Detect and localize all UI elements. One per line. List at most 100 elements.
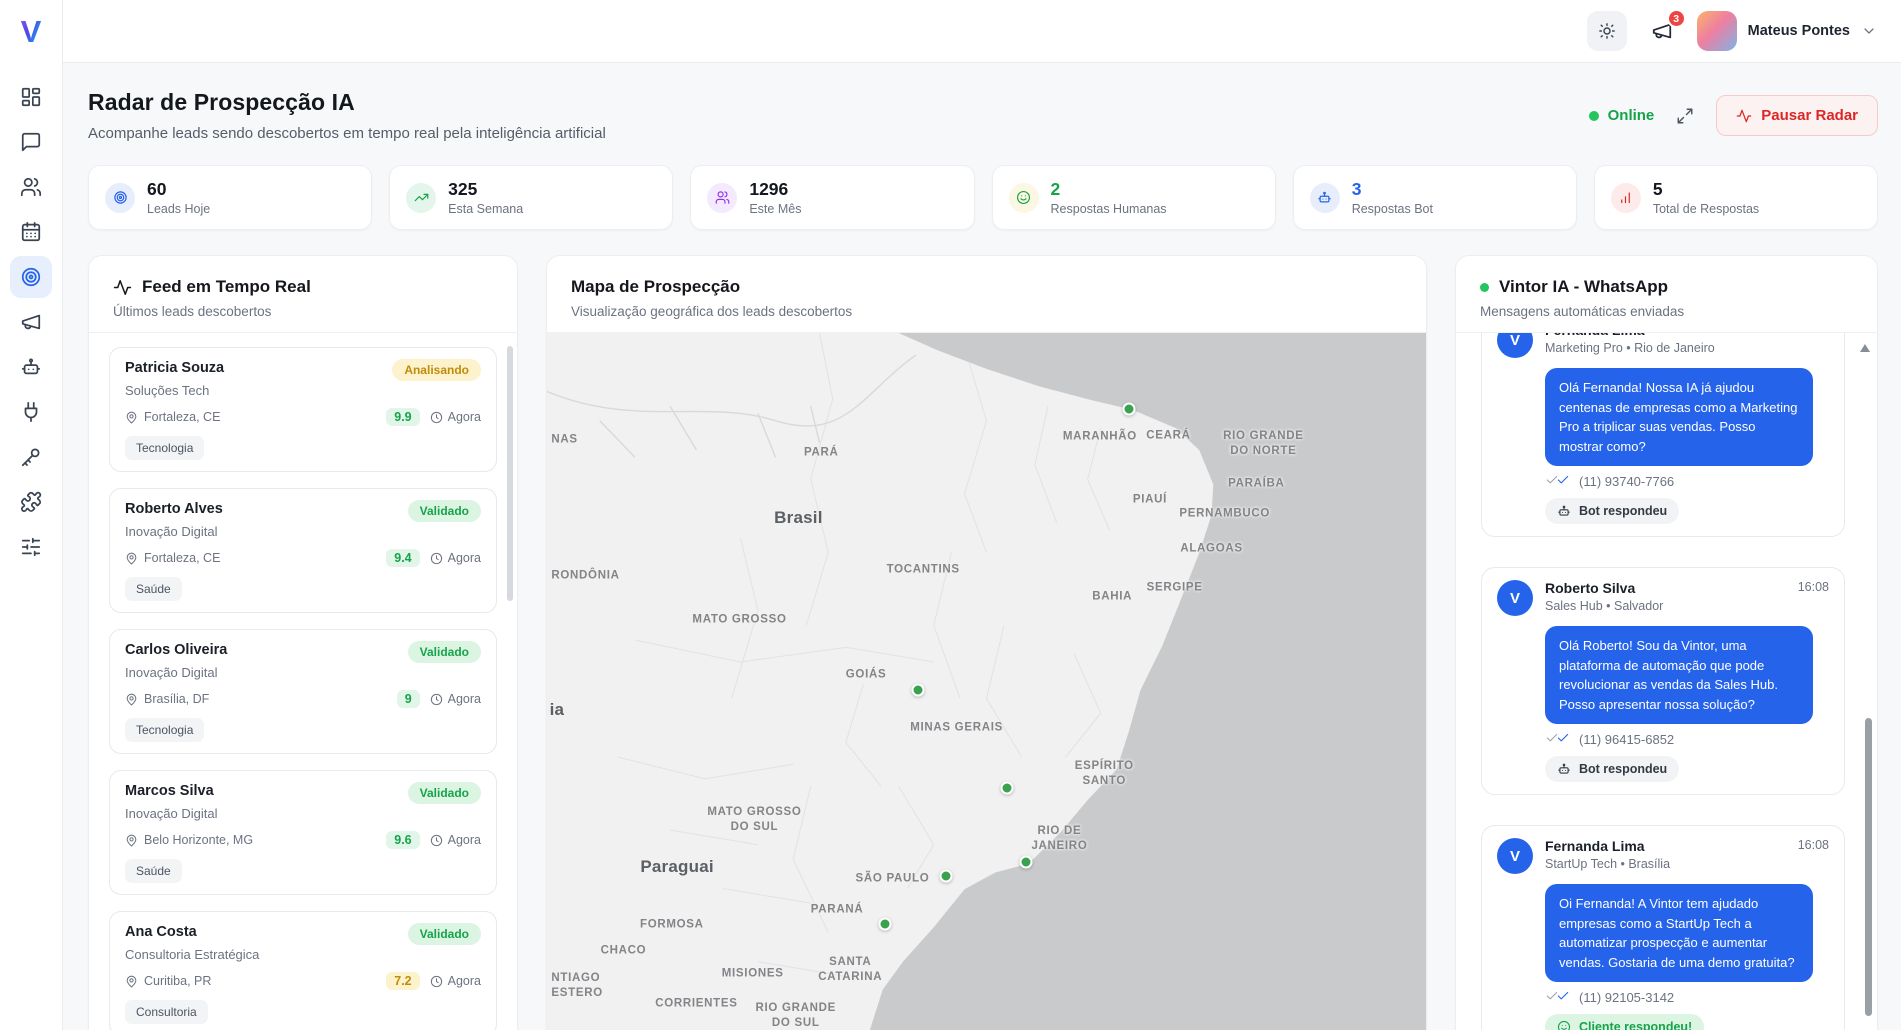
- stat-value: 2: [1051, 179, 1167, 199]
- map-lead-dot-belo-horizonte[interactable]: [1000, 781, 1013, 794]
- map-label-formosa: FORMOSA: [640, 918, 704, 933]
- map-lead-dot-sa-o-paulo[interactable]: [940, 870, 953, 883]
- notification-badge: 3: [1667, 9, 1686, 28]
- map-labels-layer: NASPARÁMARANHÃOCEARÁRIO GRANDE DO NORTEP…: [547, 333, 1426, 1030]
- lead-tag: Tecnologia: [125, 436, 204, 460]
- sidebar-item-plug[interactable]: [10, 391, 52, 433]
- check-icon: [1556, 989, 1570, 1003]
- sidebar-item-dashboard[interactable]: [10, 76, 52, 118]
- map-pin-icon: [125, 834, 138, 847]
- activity-icon: [1736, 108, 1752, 124]
- dashboard-icon: [20, 86, 42, 108]
- map-lead-dot-rio-de-janeiro[interactable]: [1020, 855, 1033, 868]
- lead-card-roberto-alves[interactable]: Roberto AlvesValidadoInovação DigitalFor…: [109, 488, 497, 613]
- lead-tag: Tecnologia: [125, 718, 204, 742]
- right-column: 3 Mateus Pontes Radar de Prospecção IA A…: [63, 0, 1901, 1030]
- chat-delivery-row: (11) 92105-3142: [1545, 989, 1829, 1006]
- stat-label: Respostas Bot: [1352, 202, 1433, 216]
- sidebar-item-sliders[interactable]: [10, 526, 52, 568]
- stat-icon-wrap: [1310, 183, 1340, 213]
- whatsapp-panel: Vintor IA - WhatsApp Mensagens automátic…: [1455, 255, 1878, 1030]
- sun-icon: [1598, 22, 1616, 40]
- sidebar-item-megaphone[interactable]: [10, 301, 52, 343]
- stats-row: 60Leads Hoje325Esta Semana1296Este Mês2R…: [88, 165, 1878, 230]
- stat-icon-wrap: [406, 183, 436, 213]
- smile-icon: [1557, 1020, 1571, 1030]
- vintor-logo[interactable]: V: [21, 0, 42, 63]
- map-label-rio-grande-do-norte: RIO GRANDE DO NORTE: [1223, 429, 1303, 459]
- lead-status-badge: Validado: [408, 923, 481, 945]
- map-panel-header: Mapa de Prospecção Visualização geográfi…: [547, 256, 1426, 333]
- sidebar-item-users[interactable]: [10, 166, 52, 208]
- map-lead-dot-curitiba[interactable]: [879, 918, 892, 931]
- prospecting-map[interactable]: NASPARÁMARANHÃOCEARÁRIO GRANDE DO NORTEP…: [547, 333, 1426, 1030]
- smile-icon: [1016, 190, 1031, 205]
- map-label-piaui: PIAUÍ: [1133, 493, 1167, 508]
- map-panel: Mapa de Prospecção Visualização geográfi…: [546, 255, 1427, 1030]
- map-lead-dot-brasi-lia[interactable]: [911, 683, 924, 696]
- lead-name: Carlos Oliveira: [125, 641, 227, 659]
- sidebar-nav: [10, 76, 52, 568]
- lead-score: 9.4: [386, 549, 419, 567]
- sidebar-item-bot[interactable]: [10, 346, 52, 388]
- calendar-icon: [20, 221, 42, 243]
- puzzle-icon: [20, 491, 42, 513]
- check-icon: [1556, 731, 1570, 745]
- lead-status-badge: Validado: [408, 641, 481, 663]
- user-menu[interactable]: Mateus Pontes: [1697, 11, 1877, 51]
- stat-card-este-me-s: 1296Este Mês: [690, 165, 974, 230]
- lead-status-badge: Validado: [408, 500, 481, 522]
- announcements-button[interactable]: 3: [1647, 16, 1677, 46]
- map-label-bahia: BAHIA: [1092, 589, 1132, 604]
- lead-tag: Saúde: [125, 577, 182, 601]
- pause-radar-button[interactable]: Pausar Radar: [1716, 95, 1878, 136]
- clock-icon: [430, 693, 443, 706]
- lead-location: Fortaleza, CE: [125, 551, 220, 565]
- sidebar-item-puzzle[interactable]: [10, 481, 52, 523]
- sidebar-item-target[interactable]: [10, 256, 52, 298]
- sidebar-item-chat[interactable]: [10, 121, 52, 163]
- lead-card-marcos-silva[interactable]: Marcos SilvaValidadoInovação DigitalBelo…: [109, 770, 497, 895]
- lead-time: Agora: [430, 692, 481, 706]
- theme-toggle-button[interactable]: [1587, 11, 1627, 51]
- chat-response-badge: Bot respondeu: [1545, 498, 1679, 524]
- lead-card-carlos-oliveira[interactable]: Carlos OliveiraValidadoInovação DigitalB…: [109, 629, 497, 754]
- map-label-paraguai: Paraguai: [640, 856, 713, 878]
- avatar: V: [1497, 580, 1533, 616]
- lead-card-patricia-souza[interactable]: Patricia SouzaAnalisandoSoluções TechFor…: [109, 347, 497, 472]
- trending-up-icon: [414, 190, 429, 205]
- lead-status-badge: Analisando: [392, 359, 481, 381]
- feed-panel: Feed em Tempo Real Últimos leads descobe…: [88, 255, 518, 1030]
- whatsapp-scrollbar[interactable]: [1865, 718, 1872, 1016]
- lead-name: Marcos Silva: [125, 782, 214, 800]
- lead-time: Agora: [430, 833, 481, 847]
- bot-icon: [1557, 504, 1571, 518]
- chat-phone-number: (11) 96415-6852: [1579, 732, 1674, 747]
- sidebar-item-key[interactable]: [10, 436, 52, 478]
- whatsapp-scroll-up-arrow[interactable]: [1860, 344, 1870, 352]
- whatsapp-panel-header: Vintor IA - WhatsApp Mensagens automátic…: [1456, 256, 1877, 333]
- sidebar-item-calendar[interactable]: [10, 211, 52, 253]
- map-label-brasil: Brasil: [774, 507, 822, 529]
- page-header: Radar de Prospecção IA Acompanhe leads s…: [88, 89, 1878, 142]
- map-panel-subtitle: Visualização geográfica dos leads descob…: [571, 304, 1402, 319]
- feed-scrollbar[interactable]: [507, 346, 513, 601]
- map-lead-dot-fortaleza[interactable]: [1122, 403, 1135, 416]
- activity-icon: [113, 278, 132, 297]
- stat-value: 1296: [749, 179, 801, 199]
- clock-icon: [430, 411, 443, 424]
- chat-message-card: VFernanda LimaStartUp Tech • Brasília16:…: [1481, 825, 1845, 1030]
- chat-contact-name: Fernanda Lima: [1545, 838, 1786, 855]
- expand-button[interactable]: [1676, 107, 1694, 125]
- map-pin-icon: [125, 411, 138, 424]
- users-icon: [715, 190, 730, 205]
- map-label-rondo-nia: RONDÔNIA: [551, 569, 619, 584]
- lead-score: 9: [397, 690, 420, 708]
- users-icon: [20, 176, 42, 198]
- map-label-maranha-o: MARANHÃO: [1063, 429, 1137, 444]
- avatar: V: [1497, 838, 1533, 874]
- lead-card-ana-costa[interactable]: Ana CostaValidadoConsultoria Estratégica…: [109, 911, 497, 1030]
- status-badge: Online: [1589, 107, 1655, 124]
- sliders-icon: [20, 536, 42, 558]
- stat-value: 3: [1352, 179, 1433, 199]
